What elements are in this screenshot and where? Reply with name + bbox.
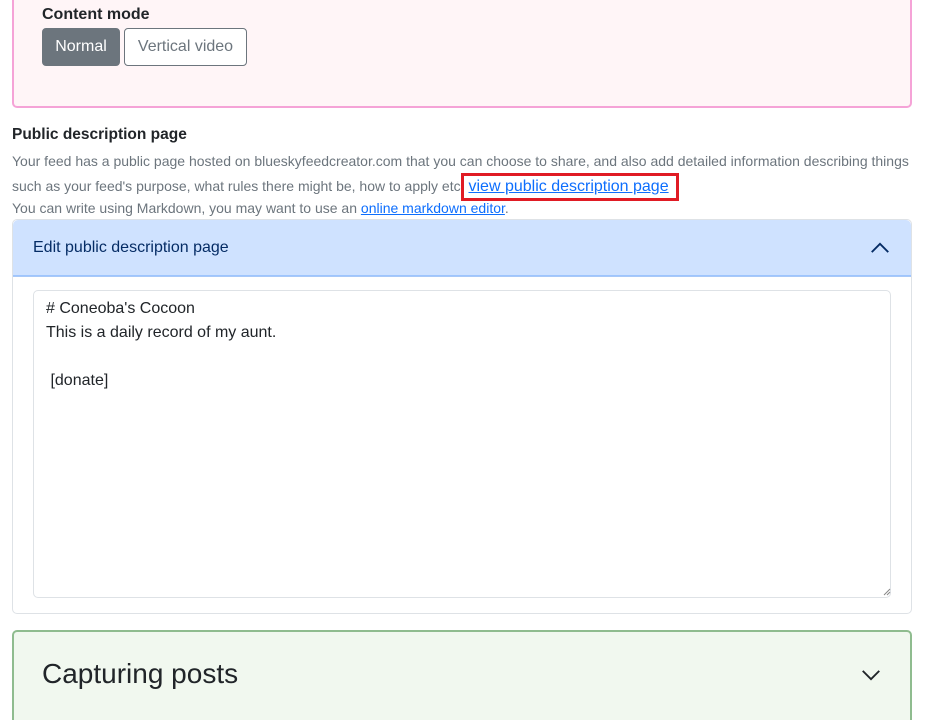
- public-description-body: Your feed has a public page hosted on bl…: [12, 153, 909, 194]
- edit-description-accordion: Edit public description page # Coneoba's…: [12, 219, 912, 614]
- markdown-note: You can write using Markdown, you may wa…: [12, 197, 917, 219]
- edit-description-accordion-header[interactable]: Edit public description page: [13, 220, 911, 277]
- normal-mode-button[interactable]: Normal: [42, 28, 120, 66]
- markdown-note-text: You can write using Markdown, you may wa…: [12, 200, 361, 216]
- vertical-video-mode-button[interactable]: Vertical video: [124, 28, 247, 66]
- chevron-down-icon: [862, 670, 880, 681]
- public-description-title: Public description page: [12, 126, 187, 143]
- markdown-note-suffix: .: [504, 200, 509, 216]
- capturing-posts-panel[interactable]: Capturing posts: [12, 630, 912, 720]
- chevron-up-icon: [871, 242, 889, 253]
- content-mode-panel: Content mode Normal Vertical video: [12, 0, 912, 108]
- edit-description-accordion-title: Edit public description page: [33, 239, 229, 256]
- content-mode-label: Content mode: [42, 6, 150, 23]
- capturing-posts-title: Capturing posts: [42, 658, 239, 689]
- online-markdown-editor-link[interactable]: online markdown editor: [361, 200, 505, 216]
- description-textarea[interactable]: # Coneoba's Cocoon This is a daily recor…: [33, 290, 891, 598]
- resize-grip-icon[interactable]: [881, 586, 891, 596]
- content-mode-button-group: Normal Vertical video: [42, 28, 247, 66]
- view-public-description-link[interactable]: view public description page: [468, 178, 668, 195]
- public-description-text: Your feed has a public page hosted on bl…: [12, 149, 917, 201]
